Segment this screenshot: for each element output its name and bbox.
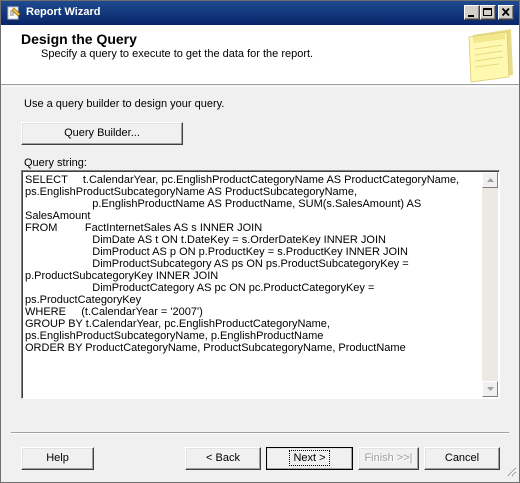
scroll-up-button[interactable] — [482, 172, 498, 188]
wizard-header: Design the Query Specify a query to exec… — [1, 25, 519, 85]
finish-button[interactable]: Finish >>| — [358, 447, 419, 470]
title-bar[interactable]: Report Wizard — [1, 1, 519, 25]
minimize-icon[interactable] — [464, 5, 480, 20]
page-subtitle: Specify a query to execute to get the da… — [41, 48, 314, 60]
next-button-label: Next > — [289, 450, 330, 466]
notepad-icon — [463, 27, 515, 86]
maximize-icon[interactable] — [480, 5, 496, 20]
back-button[interactable]: < Back — [185, 447, 261, 470]
next-button[interactable]: Next > — [266, 447, 353, 470]
header-divider — [1, 86, 519, 87]
cancel-button[interactable]: Cancel — [424, 447, 500, 470]
scroll-down-button[interactable] — [482, 381, 498, 397]
close-icon[interactable] — [498, 5, 514, 20]
query-builder-button[interactable]: Query Builder... — [21, 122, 183, 145]
footer-separator — [11, 432, 509, 434]
report-wizard-icon — [7, 6, 21, 20]
query-builder-prompt: Use a query builder to design your query… — [24, 98, 225, 110]
vertical-scrollbar[interactable] — [482, 172, 498, 397]
query-string-label: Query string: — [24, 157, 87, 169]
window-title: Report Wizard — [26, 6, 101, 18]
page-title: Design the Query — [21, 31, 137, 47]
query-string-text[interactable]: SELECT t.CalendarYear, pc.EnglishProduct… — [25, 174, 483, 396]
report-wizard-window: Report Wizard Design the Query Specify a… — [0, 0, 520, 483]
resize-grip-icon[interactable] — [506, 466, 517, 480]
query-string-textbox[interactable]: SELECT t.CalendarYear, pc.EnglishProduct… — [21, 170, 500, 399]
help-button[interactable]: Help — [21, 447, 94, 470]
